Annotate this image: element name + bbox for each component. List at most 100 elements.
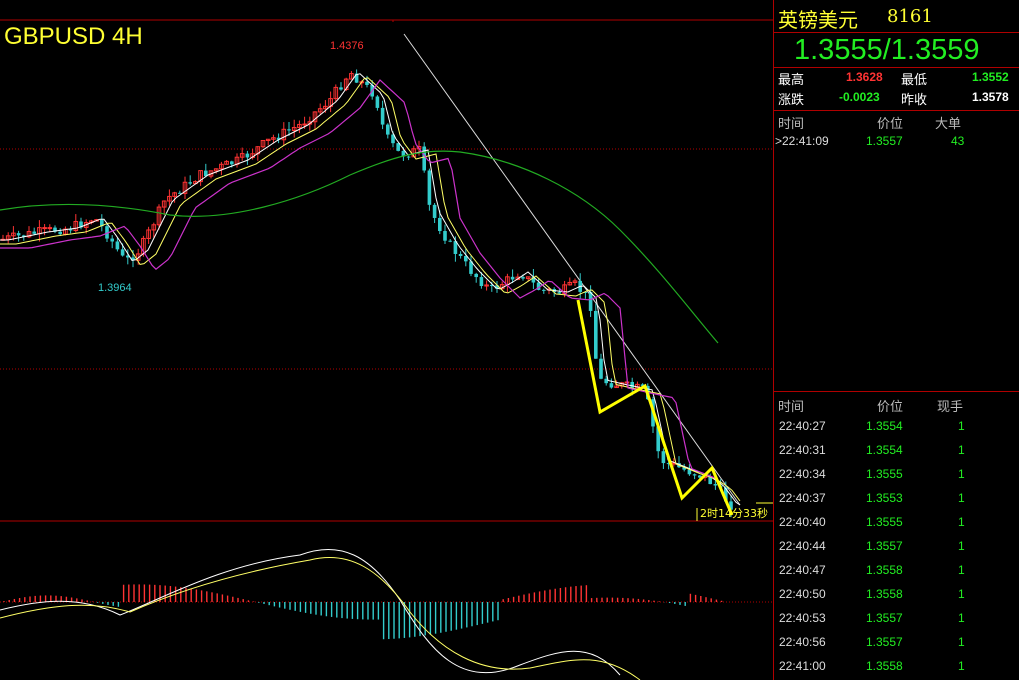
macd-indicator [0,548,723,680]
tick-time: 22:40:37 [779,491,826,505]
candle-body [188,182,192,184]
change-value: -0.0023 [839,90,880,104]
tick-volume: 1 [958,659,965,673]
macd-dea-line [0,556,641,680]
candle-body [599,358,603,379]
high-price-label: 1.4376 [330,40,364,52]
tick-time: 22:40:50 [779,587,826,601]
candle-body [630,381,634,388]
tick-time: 22:40:31 [779,443,826,457]
tick-header-volume: 现手 [937,400,964,415]
tick-time: 22:40:47 [779,563,826,577]
change-label: 涨跌 [778,93,805,108]
tick-price: 1.3557 [866,539,903,553]
chart-title: GBPUSD 4H [4,23,143,50]
tick-time: 22:40:56 [779,635,826,649]
divider [774,391,1019,392]
big-order-price: 1.3557 [866,134,903,148]
divider [774,32,1019,33]
macd-dif-line [0,548,621,676]
candle-body [521,277,525,279]
tick-header-price: 价位 [877,400,904,415]
candle-body [406,156,411,158]
candlestick-chart[interactable]: GBPUSD 4H 1.4376 1.3964 2时14分33秒 [0,0,773,680]
candle-body [230,161,234,165]
tick-volume: 1 [958,563,965,577]
tick-volume: 1 [958,491,965,505]
candle-body [557,292,562,294]
tick-volume: 1 [958,419,965,433]
tick-time: 22:40:40 [779,515,826,529]
divider [774,67,1019,68]
candle-body [339,87,343,90]
candle-body [302,123,307,126]
candle-body [386,124,390,135]
candle-body [42,227,47,230]
low-value: 1.3552 [972,70,1009,84]
tick-price: 1.3557 [866,635,903,649]
big-order-header-price: 价位 [877,117,904,132]
candle-body [58,231,62,235]
symbol-code: 8161 [887,6,933,27]
low-price-label: 1.3964 [98,282,132,294]
candle-body [542,289,546,291]
tick-header-time: 时间 [778,400,805,415]
big-order-header-time: 时间 [778,117,805,132]
candle-body [120,249,125,256]
big-order-volume: 43 [951,134,965,148]
candle-body [32,231,36,234]
tick-price: 1.3554 [866,443,903,457]
candle-body [432,204,437,218]
candle-body [110,238,114,242]
candle-body [458,253,463,257]
tick-price: 1.3555 [866,467,903,481]
candle-body [365,81,369,85]
tick-price: 1.3558 [866,563,903,577]
tick-price: 1.3555 [866,515,903,529]
tick-volume: 1 [958,467,965,481]
tick-price: 1.3553 [866,491,903,505]
quote-panel: 英镑美元 8161 1.3555/1.3559 最高 1.3628 最低 1.3… [773,0,1019,680]
candle-body [47,227,53,230]
tick-volume: 1 [958,515,965,529]
candle-body [438,217,442,232]
ma-long-line [0,150,719,344]
candle-body [16,233,21,236]
tick-price: 1.3554 [866,419,903,433]
candle-body [448,240,452,242]
tick-volume: 1 [958,635,965,649]
tick-volume: 1 [958,587,965,601]
candle-body [479,277,484,287]
candle-body [588,292,593,311]
high-label: 最高 [778,73,805,88]
bid-ask-quote: 1.3555/1.3559 [794,34,980,66]
candle-body [510,276,515,280]
bar-countdown: 2时14分33秒 [700,506,768,520]
candle-body [594,310,598,359]
candle-body [713,484,718,486]
prev-close-value: 1.3578 [972,90,1009,104]
candle-body [609,383,614,388]
tick-time: 22:40:34 [779,467,826,481]
candle-body [375,96,380,108]
tick-price: 1.3557 [866,611,903,625]
tick-time: 22:41:00 [779,659,826,673]
tick-volume: 1 [958,539,965,553]
big-order-time: >22:41:09 [775,134,829,148]
tick-price: 1.3558 [866,587,903,601]
trend-line [403,33,741,506]
symbol-name: 英镑美元 [778,8,858,32]
tick-time: 22:40:53 [779,611,826,625]
candle-body [287,129,291,131]
tick-volume: 1 [958,443,965,457]
tick-price: 1.3558 [866,659,903,673]
candle-body [115,241,120,250]
ma-slow-line [0,79,717,479]
candle-body [422,146,426,171]
candle-body [427,170,432,205]
divider [774,110,1019,111]
candle-body [692,474,697,476]
candle-body [474,273,478,278]
tick-time: 22:40:44 [779,539,826,553]
prev-close-label: 昨收 [901,93,928,108]
